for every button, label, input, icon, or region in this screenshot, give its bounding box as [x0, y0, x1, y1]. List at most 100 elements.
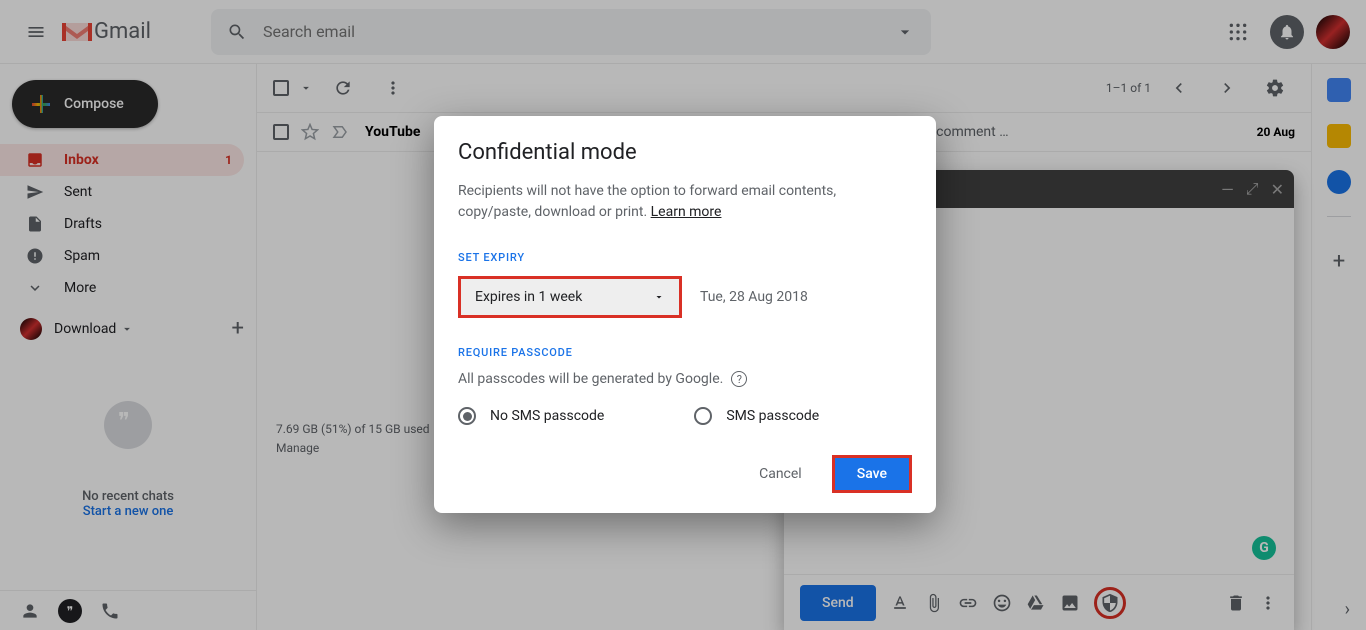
dialog-title: Confidential mode: [458, 140, 912, 165]
dropdown-icon: [653, 291, 665, 303]
download-section: Download +: [0, 304, 256, 341]
storage-usage: 7.69 GB (51%) of 15 GB used: [276, 420, 430, 439]
calendar-addon[interactable]: [1327, 78, 1351, 102]
confidential-mode-highlight: [1094, 587, 1126, 619]
close-icon[interactable]: ✕: [1271, 180, 1284, 199]
image-icon[interactable]: [1060, 593, 1080, 613]
search-dropdown-icon[interactable]: [895, 22, 915, 42]
sidebar-item-more[interactable]: More: [0, 272, 244, 304]
save-button[interactable]: Save: [832, 455, 912, 493]
passcode-options: No SMS passcode SMS passcode: [458, 407, 912, 425]
inbox-icon: [26, 151, 44, 169]
formatting-icon[interactable]: [890, 593, 910, 613]
row-checkbox[interactable]: [273, 124, 289, 140]
drive-icon[interactable]: [1026, 593, 1046, 613]
sent-icon: [26, 183, 44, 201]
search-bar[interactable]: [211, 9, 931, 55]
sidebar-item-label: More: [64, 280, 96, 296]
select-all-checkbox[interactable]: [273, 80, 289, 96]
notifications-button[interactable]: [1270, 15, 1304, 49]
sidebar-item-label: Inbox: [64, 152, 99, 168]
delete-icon[interactable]: [1226, 593, 1246, 613]
right-panel: +: [1312, 64, 1366, 630]
minimize-icon[interactable]: —: [1221, 180, 1234, 199]
menu-button[interactable]: [16, 12, 56, 52]
compose-button[interactable]: Compose: [12, 80, 158, 128]
email-toolbar: 1–1 of 1: [257, 64, 1311, 112]
dialog-actions: Cancel Save: [458, 455, 912, 493]
person-icon[interactable]: [20, 601, 40, 621]
settings-button[interactable]: [1255, 68, 1295, 108]
sidebar-item-drafts[interactable]: Drafts: [0, 208, 244, 240]
search-input[interactable]: [263, 22, 895, 41]
search-icon: [227, 22, 247, 42]
apps-button[interactable]: [1218, 12, 1258, 52]
radio-label: SMS passcode: [726, 408, 819, 424]
sidebar-item-sent[interactable]: Sent: [0, 176, 244, 208]
add-button[interactable]: +: [232, 316, 244, 341]
header-right: [1218, 12, 1350, 52]
confidential-mode-dialog: Confidential mode Recipients will not ha…: [434, 116, 936, 513]
expand-panel-button[interactable]: ›: [1345, 599, 1350, 620]
important-icon[interactable]: [331, 123, 349, 141]
cancel-button[interactable]: Cancel: [747, 458, 814, 490]
send-button[interactable]: Send: [800, 585, 876, 621]
sidebar-item-label: Spam: [64, 248, 100, 264]
no-sms-option[interactable]: No SMS passcode: [458, 407, 604, 425]
sms-option[interactable]: SMS passcode: [694, 407, 819, 425]
expiry-value: Expires in 1 week: [475, 289, 582, 305]
radio-label: No SMS passcode: [490, 408, 604, 424]
expiry-dropdown[interactable]: Expires in 1 week: [458, 276, 682, 318]
radio-icon: [458, 407, 476, 425]
phone-icon[interactable]: [100, 601, 120, 621]
set-expiry-label: SET EXPIRY: [458, 251, 912, 264]
chevron-down-icon: [26, 279, 44, 297]
tasks-addon[interactable]: [1327, 170, 1351, 194]
chevron-down-icon[interactable]: [299, 81, 313, 95]
add-addon-button[interactable]: +: [1333, 249, 1345, 274]
sidebar-item-label: Drafts: [64, 216, 102, 232]
start-new-link[interactable]: Start a new one: [20, 504, 236, 519]
expiry-row: Expires in 1 week Tue, 28 Aug 2018: [458, 276, 912, 318]
more-vert-icon[interactable]: [1258, 593, 1278, 613]
confidential-icon[interactable]: [1100, 593, 1120, 613]
apps-grid-icon: [1228, 22, 1248, 42]
dialog-description: Recipients will not have the option to f…: [458, 181, 912, 223]
next-page-button[interactable]: [1207, 68, 1247, 108]
hangouts-area: No recent chats Start a new one: [0, 401, 256, 519]
refresh-button[interactable]: [323, 68, 363, 108]
grammarly-icon[interactable]: G: [1252, 536, 1276, 560]
chat-tab[interactable]: ❞: [58, 599, 82, 623]
logo-text: Gmail: [94, 19, 151, 44]
prev-page-button[interactable]: [1159, 68, 1199, 108]
attach-icon[interactable]: [924, 593, 944, 613]
emoji-icon[interactable]: [992, 593, 1012, 613]
expiry-date-text: Tue, 28 Aug 2018: [700, 289, 808, 305]
gear-icon: [1265, 78, 1285, 98]
gmail-m-icon: [60, 19, 94, 45]
star-icon[interactable]: [301, 123, 319, 141]
download-avatar-icon: [20, 318, 42, 340]
keep-addon[interactable]: [1327, 124, 1351, 148]
user-avatar[interactable]: [1316, 15, 1350, 49]
inbox-count: 1: [225, 153, 232, 167]
spam-icon: [26, 247, 44, 265]
chevron-left-icon: [1169, 78, 1189, 98]
compose-footer: Send: [784, 574, 1294, 630]
download-label[interactable]: Download: [54, 321, 116, 337]
sidebar-footer: ❞: [0, 590, 256, 630]
sidebar-item-label: Sent: [64, 184, 92, 200]
radio-icon: [694, 407, 712, 425]
learn-more-link[interactable]: Learn more: [651, 204, 722, 220]
pagination-text: 1–1 of 1: [1106, 81, 1151, 95]
chevron-right-icon: [1217, 78, 1237, 98]
more-button[interactable]: [373, 68, 413, 108]
help-icon[interactable]: ?: [731, 371, 747, 387]
gmail-logo[interactable]: Gmail: [60, 19, 151, 45]
link-icon[interactable]: [958, 593, 978, 613]
chevron-down-icon[interactable]: [120, 322, 134, 336]
storage-manage-link[interactable]: Manage: [276, 439, 430, 458]
sidebar-item-spam[interactable]: Spam: [0, 240, 244, 272]
sidebar-item-inbox[interactable]: Inbox 1: [0, 144, 244, 176]
fullscreen-icon[interactable]: ⤢: [1246, 179, 1259, 199]
